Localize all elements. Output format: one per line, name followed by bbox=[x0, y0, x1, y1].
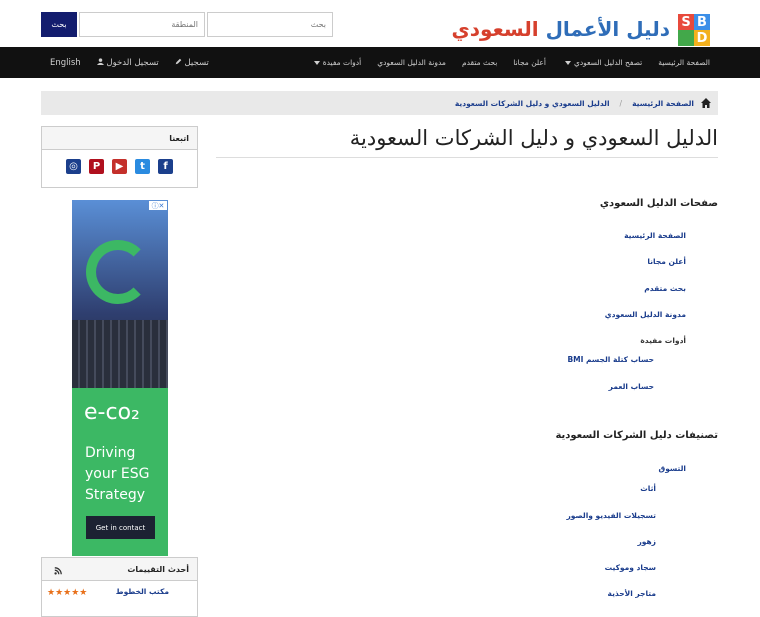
category-link[interactable]: التسوق bbox=[659, 464, 687, 473]
nav-account: English تسجيل الدخول تسجيل bbox=[42, 47, 217, 78]
user-icon bbox=[96, 57, 104, 65]
nav-item-label: مدونة الدليل السعودي bbox=[377, 58, 446, 67]
logo-letter: S bbox=[678, 14, 694, 30]
logo-cube-icon: S B D bbox=[676, 12, 712, 46]
breadcrumb-current[interactable]: الدليل السعودي و دليل الشركات السعودية bbox=[455, 99, 610, 108]
youtube-icon[interactable]: ▶ bbox=[112, 159, 127, 174]
ad-recycle-icon bbox=[86, 240, 150, 304]
logo-letter bbox=[678, 30, 694, 46]
chevron-down-icon bbox=[564, 61, 571, 65]
pages-link-home[interactable]: الصفحة الرئيسية bbox=[624, 231, 686, 240]
pages-link-advertise[interactable]: أعلن مجانا bbox=[647, 257, 686, 266]
nav-item-label: بحث متقدم bbox=[461, 58, 498, 67]
facebook-icon[interactable]: f bbox=[158, 159, 173, 174]
search-button[interactable]: بحث bbox=[41, 12, 77, 37]
page-title: الدليل السعودي و دليل الشركات السعودية bbox=[349, 126, 718, 150]
ad-close-icon[interactable]: ⓘ✕ bbox=[149, 201, 167, 210]
breadcrumb: الصفحة الرئيسية / الدليل السعودي و دليل … bbox=[41, 91, 718, 115]
region-input[interactable] bbox=[79, 12, 205, 37]
title-divider bbox=[216, 157, 718, 158]
rss-icon[interactable] bbox=[54, 567, 62, 575]
breadcrumb-separator: / bbox=[619, 98, 623, 108]
logo-letter: D bbox=[694, 30, 710, 46]
pencil-icon bbox=[175, 58, 182, 64]
nav-item-label: تصفح الدليل السعودي bbox=[573, 58, 643, 67]
login-link[interactable]: تسجيل الدخول bbox=[89, 58, 167, 68]
nav-item-label: أدوات مفيدة bbox=[322, 58, 362, 67]
instagram-icon[interactable]: ◎ bbox=[66, 159, 81, 174]
ad-brand: e-co₂ bbox=[84, 400, 140, 425]
nav-item-label: أعلن مجانا bbox=[513, 58, 546, 67]
ad-cta-button[interactable]: Get in contact bbox=[86, 516, 155, 539]
home-icon[interactable] bbox=[700, 97, 712, 109]
search-input[interactable] bbox=[207, 12, 333, 37]
pinterest-icon[interactable]: P bbox=[89, 159, 104, 174]
site-logo[interactable]: S B D دليل الأعمال السعودي bbox=[451, 12, 712, 46]
review-stars: ★★★★★ bbox=[47, 588, 88, 598]
nav-item-tools[interactable]: أدوات مفيدة bbox=[303, 58, 370, 67]
nav-item-browse[interactable]: تصفح الدليل السعودي bbox=[554, 58, 650, 67]
reviews-panel-title: أحدث التقييمات bbox=[42, 558, 197, 581]
logo-text: دليل الأعمال السعودي bbox=[451, 17, 670, 41]
category-link[interactable]: سجاد وموكيت bbox=[605, 563, 656, 572]
advertisement[interactable]: ⓘ✕ e-co₂ Driving your ESG Strategy Get i… bbox=[72, 200, 168, 556]
category-link[interactable]: أثاث bbox=[640, 484, 656, 493]
follow-panel-title: اتبعنا bbox=[42, 127, 197, 150]
reviews-panel: أحدث التقييمات ★★★★★ مكتب الخطوط bbox=[41, 557, 198, 617]
breadcrumb-home[interactable]: الصفحة الرئيسية bbox=[632, 99, 694, 108]
tools-link-age[interactable]: حساب العمر bbox=[609, 382, 654, 391]
ad-building-image bbox=[72, 320, 168, 388]
pages-link-blog[interactable]: مدونة الدليل السعودي bbox=[605, 310, 686, 319]
site-header: S B D دليل الأعمال السعودي بحث bbox=[0, 0, 760, 47]
category-link[interactable]: تسجيلات الفيديو والصور bbox=[566, 511, 656, 520]
logo-text-part2: السعودي bbox=[451, 17, 539, 41]
register-label: تسجيل bbox=[184, 57, 209, 68]
social-icons: ◎ P ▶ t f bbox=[42, 150, 197, 174]
login-label: تسجيل الدخول bbox=[106, 57, 159, 68]
nav-menu: الصفحة الرئيسية تصفح الدليل السعودي أعلن… bbox=[303, 47, 718, 78]
follow-panel: اتبعنا ◎ P ▶ t f bbox=[41, 126, 198, 188]
nav-item-label: الصفحة الرئيسية bbox=[658, 58, 710, 67]
pages-link-advanced-search[interactable]: بحث متقدم bbox=[644, 284, 686, 293]
nav-item-blog[interactable]: مدونة الدليل السعودي bbox=[369, 58, 454, 67]
tools-link-bmi[interactable]: حساب كتلة الجسم BMI bbox=[567, 355, 654, 364]
logo-letter: B bbox=[694, 14, 710, 30]
nav-item-advertise[interactable]: أعلن مجانا bbox=[505, 58, 554, 67]
chevron-down-icon bbox=[313, 61, 320, 65]
pages-heading: صفحات الدليل السعودي bbox=[599, 198, 718, 209]
main-navbar: الصفحة الرئيسية تصفح الدليل السعودي أعلن… bbox=[0, 47, 760, 78]
category-link[interactable]: متاجر الأحذية bbox=[608, 589, 656, 598]
english-link[interactable]: English bbox=[42, 58, 89, 68]
ad-headline: Driving your ESG Strategy bbox=[85, 445, 150, 503]
register-link[interactable]: تسجيل bbox=[167, 58, 217, 68]
twitter-icon[interactable]: t bbox=[135, 159, 150, 174]
nav-item-advanced-search[interactable]: بحث متقدم bbox=[454, 58, 505, 67]
nav-item-home[interactable]: الصفحة الرئيسية bbox=[650, 58, 718, 67]
search-form: بحث bbox=[41, 12, 333, 37]
categories-heading: تصنيفات دليل الشركات السعودية bbox=[555, 430, 718, 441]
review-business-link[interactable]: مكتب الخطوط bbox=[116, 587, 169, 596]
category-link[interactable]: زهور bbox=[637, 537, 656, 546]
tools-label: أدوات مفيدة bbox=[640, 336, 686, 345]
logo-text-part1: دليل الأعمال bbox=[545, 17, 670, 41]
